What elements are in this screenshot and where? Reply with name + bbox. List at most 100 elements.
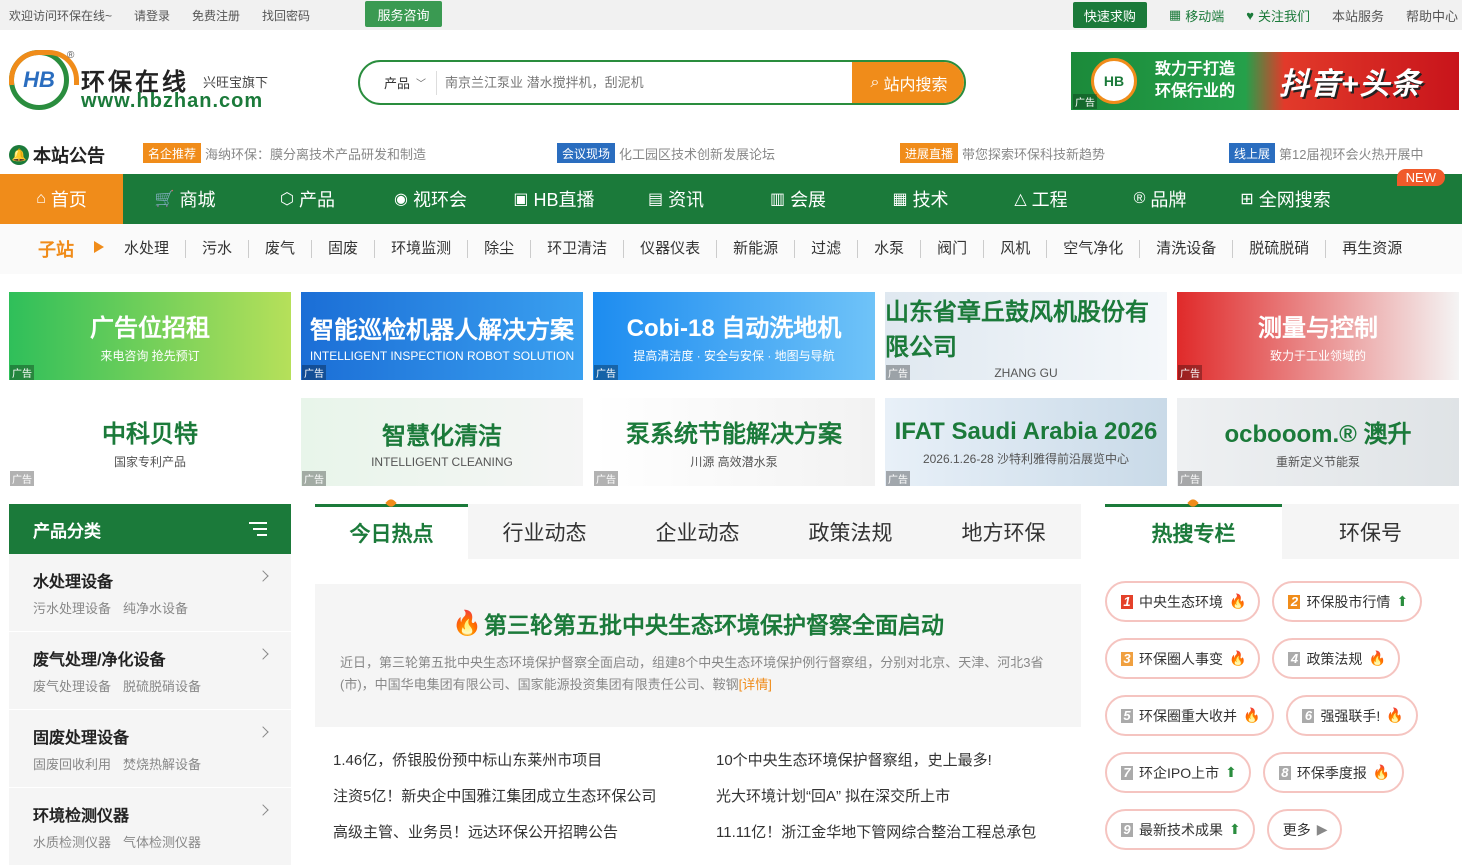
news-tab[interactable]: 行业动态	[468, 504, 621, 559]
sub-site-link[interactable]: 空气净化	[1047, 240, 1141, 258]
hot-search-pill[interactable]: 1 中央生态环境 🔥	[1105, 581, 1261, 622]
ad-banner[interactable]: ocbooom.® 澳升 重新定义节能泵 广告	[1177, 398, 1459, 486]
site-logo[interactable]: HB ® 环保在线 兴旺宝旗下 www.hbzhan.com	[9, 50, 274, 116]
nav-item[interactable]: ⊞ 全网搜索	[1220, 174, 1351, 224]
sub-site-link[interactable]: 水泵	[858, 240, 922, 258]
news-item[interactable]: 注资5亿！新央企中国雅江集团成立生态环保公司	[333, 785, 716, 821]
ad-banner[interactable]: 智慧化清洁 INTELLIGENT CLEANING 广告	[301, 398, 583, 486]
ad-banner[interactable]: IFAT Saudi Arabia 2026 2026.1.26-28 沙特利雅得…	[885, 398, 1167, 486]
hot-search-pill[interactable]: 6 强强联手! 🔥	[1286, 695, 1418, 736]
headline[interactable]: 🔥 第三轮第五批中央生态环境保护督察全面启动	[340, 606, 1056, 640]
category-row[interactable]: 废气处理/净化设备 废气处理设备 脱硫脱硝设备	[9, 632, 291, 710]
sub-category-link[interactable]: 废气处理设备	[33, 679, 111, 694]
nav-item[interactable]: ◉ 视环会	[368, 174, 493, 224]
nav-item[interactable]: 🛒 商城	[123, 174, 247, 224]
news-tab[interactable]: 企业动态	[621, 504, 774, 559]
register-link[interactable]: 免费注册	[192, 7, 240, 24]
hot-search-pill[interactable]: 2 环保股市行情 ⬆	[1272, 581, 1423, 622]
search-button[interactable]: ⌕ 站内搜索	[852, 62, 964, 103]
sub-site-link[interactable]: 清洗设备	[1140, 240, 1234, 258]
news-item[interactable]: 1.46亿，侨银股份预中标山东莱州市项目	[333, 749, 716, 785]
sub-site-link[interactable]: 固废	[312, 240, 376, 258]
hot-search-pill[interactable]: 4 政策法规 🔥	[1272, 638, 1400, 679]
nav-item[interactable]: ⬡ 产品	[247, 174, 368, 224]
pill-label: 环企IPO上市	[1139, 764, 1220, 781]
quick-buy-button[interactable]: 快速求购	[1072, 2, 1147, 28]
hot-search-pill[interactable]: 5 环保圈重大收并 🔥	[1105, 695, 1275, 736]
site-service-link[interactable]: 本站服务	[1332, 6, 1384, 25]
mobile-link[interactable]: ▦ 移动端	[1169, 6, 1224, 25]
ad-banner[interactable]: 广告位招租 来电咨询 抢先预订 广告	[9, 292, 291, 380]
search-input[interactable]	[437, 75, 852, 90]
news-tab[interactable]: 今日热点	[315, 504, 468, 559]
hot-search-pill[interactable]: 9 最新技术成果 ⬆	[1105, 809, 1255, 850]
news-tab[interactable]: 地方环保	[927, 504, 1080, 559]
news-item[interactable]: 10个中央生态环境保护督察组，史上最多!	[716, 749, 1099, 785]
ad-banner[interactable]: 测量与控制 致力于工业领域的 广告	[1177, 292, 1459, 380]
nav-item[interactable]: ▣ HB直播	[493, 174, 615, 224]
arrow-right-icon	[94, 241, 104, 253]
login-link[interactable]: 请登录	[134, 7, 170, 24]
nav-item[interactable]: ® 品牌	[1100, 174, 1220, 224]
sub-site-link[interactable]: 再生资源	[1326, 240, 1418, 258]
hot-search-pill[interactable]: 7 环企IPO上市 ⬆	[1105, 752, 1251, 793]
notice-item[interactable]: 会议现场 化工园区技术创新发展论坛	[557, 143, 775, 163]
find-password-link[interactable]: 找回密码	[262, 7, 310, 24]
ad-banner[interactable]: 泵系统节能解决方案 川源 高效潜水泵 广告	[593, 398, 875, 486]
sub-category-link[interactable]: 水质检测仪器	[33, 835, 111, 850]
sub-site-link[interactable]: 环境监测	[375, 240, 469, 258]
sub-site-link[interactable]: 环卫清洁	[531, 240, 625, 258]
menu-icon[interactable]	[249, 522, 267, 536]
hot-search-pill[interactable]: 8 环保季度报 🔥	[1262, 752, 1405, 793]
nav-item[interactable]: ⌂ 首页	[0, 174, 123, 224]
rank-number: 6	[1302, 708, 1315, 723]
service-consult-button[interactable]: 服务咨询	[365, 1, 442, 27]
bell-icon: 🔔	[9, 145, 29, 165]
sub-site-link[interactable]: 过滤	[795, 240, 859, 258]
sub-site-link[interactable]: 废气	[249, 240, 313, 258]
ad-banner[interactable]: 中科贝特 国家专利产品 广告	[9, 398, 291, 486]
sub-site-link[interactable]: 风机	[984, 240, 1048, 258]
category-row[interactable]: 水处理设备 污水处理设备 纯净水设备	[9, 554, 291, 632]
sub-category-link[interactable]: 污水处理设备	[33, 601, 111, 616]
news-item[interactable]: 光大环境计划“回A” 拟在深交所上市	[716, 785, 1099, 821]
nav-item[interactable]: ▤ 资讯	[615, 174, 737, 224]
news-item[interactable]: 高级主管、业务员！远达环保公开招聘公告	[333, 821, 716, 857]
category-row[interactable]: 环境检测仪器 水质检测仪器 气体检测仪器	[9, 788, 291, 866]
sub-category-link[interactable]: 焚烧热解设备	[123, 757, 201, 772]
hot-search-pill[interactable]: 更多 ▶	[1266, 809, 1342, 850]
sub-site-link[interactable]: 污水	[186, 240, 250, 258]
sub-site-link[interactable]: 阀门	[921, 240, 985, 258]
notice-item[interactable]: 名企推荐 海纳环保：膜分离技术产品研发和制造	[143, 143, 426, 163]
fire-icon: 🔥	[1372, 764, 1391, 780]
hot-search-pill[interactable]: 3 环保圈人事变 🔥	[1105, 638, 1261, 679]
hot-tab[interactable]: 环保号	[1282, 504, 1459, 559]
ad-banner[interactable]: Cobi-18 自动洗地机 提高清洁度 · 安全与安保 · 地图与导航 广告	[593, 292, 875, 380]
ad-banner[interactable]: 山东省章丘鼓风机股份有限公司 ZHANG GU 广告	[885, 292, 1167, 380]
notice-item[interactable]: 线上展 第12届视环会火热开展中	[1229, 143, 1423, 163]
nav-item[interactable]: ▥ 会展	[737, 174, 859, 224]
hot-tab[interactable]: 热搜专栏	[1105, 504, 1282, 559]
search-category-select[interactable]: 产品 ﹀	[360, 73, 436, 92]
detail-link[interactable]: [详情]	[739, 677, 772, 692]
sub-site-link[interactable]: 新能源	[717, 240, 796, 258]
sub-site-link[interactable]: 除尘	[468, 240, 532, 258]
sub-category-link[interactable]: 脱硫脱硝设备	[123, 679, 201, 694]
notice-item[interactable]: 进展直播 带您探索环保科技新趋势	[900, 143, 1105, 163]
news-item[interactable]: 11.11亿！浙江金华地下管网综合整治工程总承包	[716, 821, 1099, 857]
sub-site-link[interactable]: 水处理	[112, 240, 187, 258]
sub-category-link[interactable]: 纯净水设备	[123, 601, 188, 616]
sub-site-link[interactable]: 仪器仪表	[624, 240, 718, 258]
category-row[interactable]: 固废处理设备 固废回收利用 焚烧热解设备	[9, 710, 291, 788]
news-tab[interactable]: 政策法规	[774, 504, 927, 559]
sub-site-link[interactable]: 脱硫脱硝	[1233, 240, 1327, 258]
nav-item[interactable]: △ 工程	[982, 174, 1100, 224]
category-name: 固废处理设备	[33, 730, 130, 747]
help-center-link[interactable]: 帮助中心	[1406, 6, 1458, 25]
top-ad-banner[interactable]: HB 致力于打造 环保行业的 抖音+头条 广告	[1071, 52, 1459, 110]
sub-category-link[interactable]: 固废回收利用	[33, 757, 111, 772]
follow-link[interactable]: ♥ 关注我们	[1246, 6, 1310, 25]
sub-category-link[interactable]: 气体检测仪器	[123, 835, 201, 850]
ad-banner[interactable]: 智能巡检机器人解决方案 INTELLIGENT INSPECTION ROBOT …	[301, 292, 583, 380]
nav-item[interactable]: ▦ 技术	[859, 174, 982, 224]
